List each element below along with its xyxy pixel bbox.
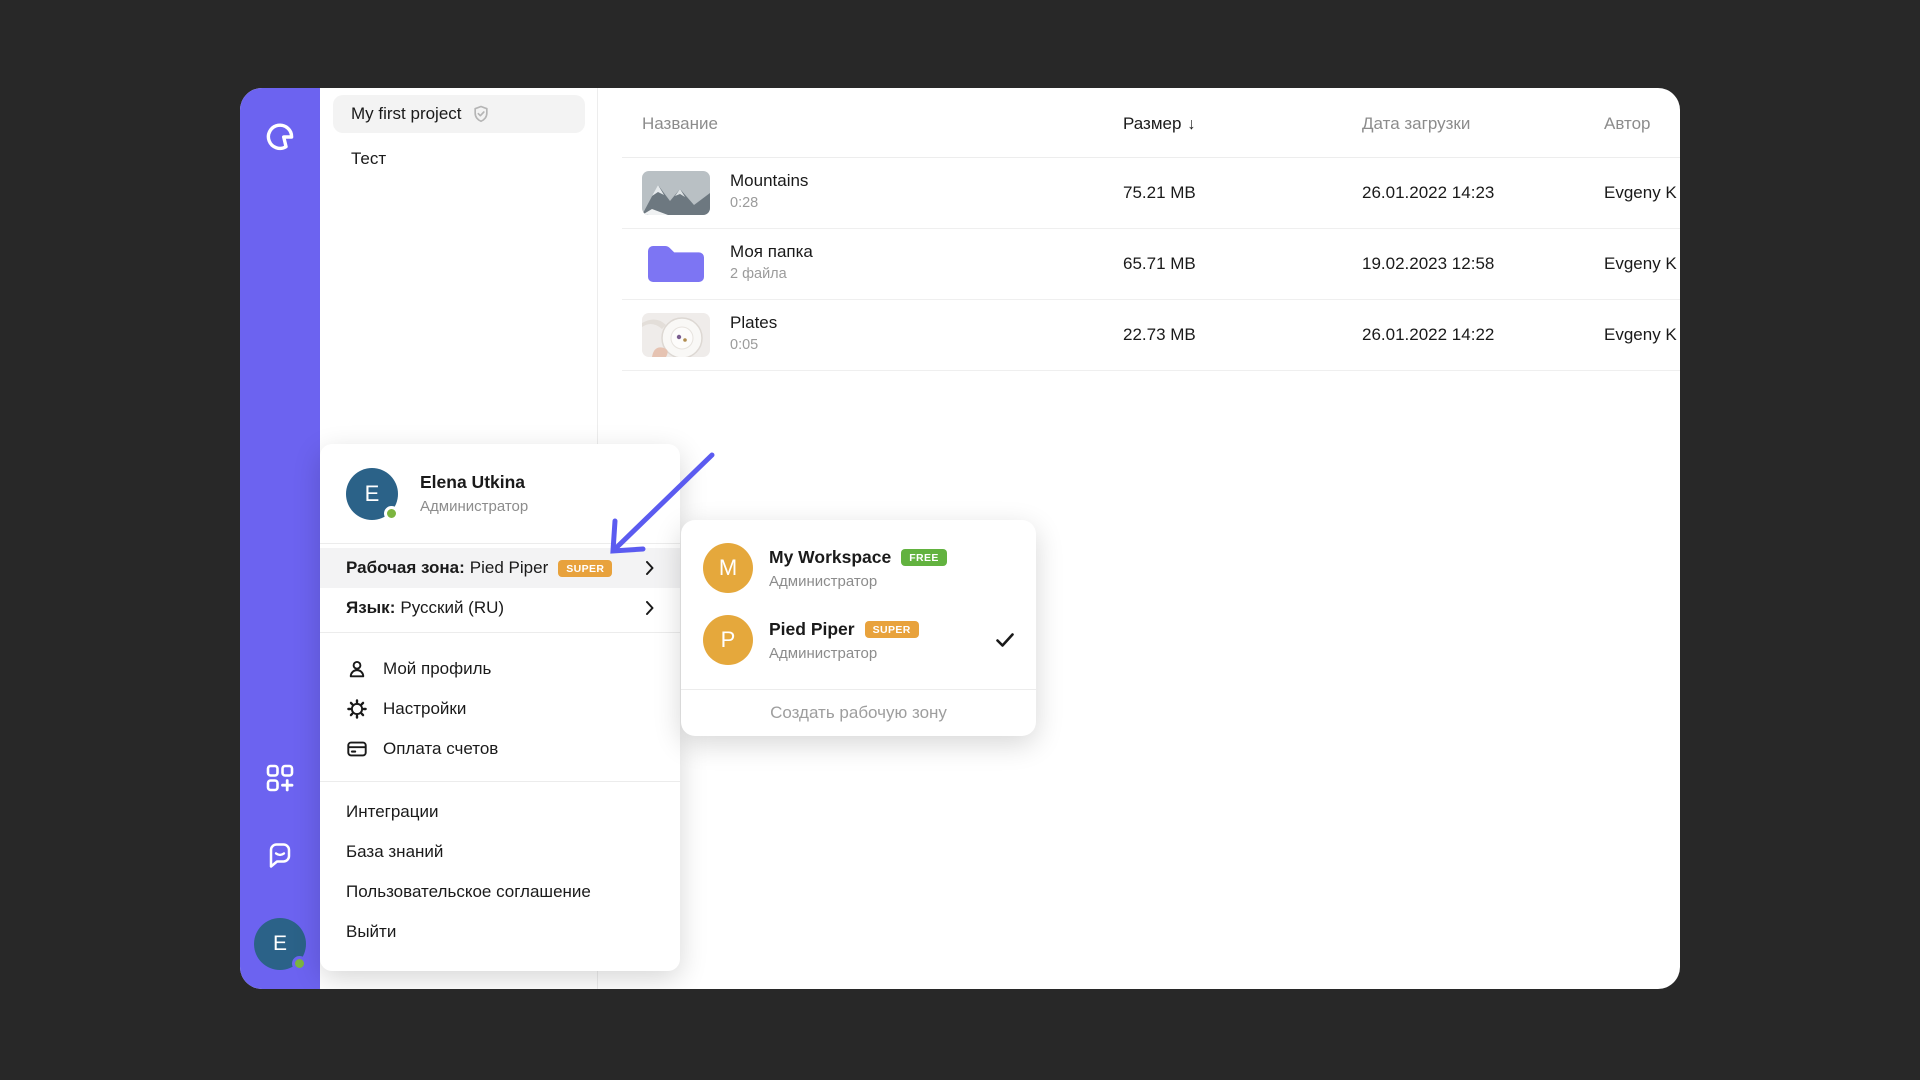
file-name: Mountains bbox=[730, 171, 809, 190]
user-name: Elena Utkina bbox=[420, 472, 526, 492]
user-icon bbox=[346, 658, 368, 680]
workspace-option-my-workspace[interactable]: M My Workspace FREE Администратор bbox=[681, 532, 1036, 604]
video-thumbnail bbox=[642, 313, 710, 357]
video-thumbnail bbox=[642, 171, 710, 215]
column-header-size-sorted[interactable]: Размер ↓ bbox=[1123, 114, 1195, 134]
user-role: Администратор bbox=[420, 498, 529, 515]
sidebar-user-avatar[interactable]: E bbox=[254, 918, 307, 971]
column-header-size-label: Размер bbox=[1123, 114, 1182, 133]
menu-item-label: Пользовательское соглашение bbox=[346, 882, 591, 901]
super-badge: SUPER bbox=[558, 559, 613, 577]
workspace-avatar-initial: P bbox=[720, 627, 736, 652]
menu-item-label: Настройки bbox=[383, 699, 467, 718]
workspace-avatar: M bbox=[703, 543, 753, 593]
menu-item-integrations[interactable]: Интеграции bbox=[320, 792, 680, 832]
menu-item-billing[interactable]: Оплата счетов bbox=[320, 729, 680, 769]
table-row-mountains[interactable]: Mountains 0:28 75.21 MB 26.01.2022 14:23… bbox=[622, 158, 1680, 229]
free-badge: FREE bbox=[901, 548, 947, 566]
sidebar-avatar-initial: E bbox=[272, 932, 287, 955]
project-item-test[interactable]: Тест bbox=[333, 140, 585, 178]
chevron-right-icon bbox=[646, 601, 654, 615]
workspace-submenu-popup: M My Workspace FREE Администратор P Pied… bbox=[681, 520, 1036, 736]
column-header-date[interactable]: Дата загрузки bbox=[1362, 114, 1470, 134]
folder-icon bbox=[642, 242, 710, 286]
chat-icon[interactable] bbox=[265, 840, 295, 870]
project-label: Тест bbox=[351, 149, 387, 168]
apps-add-icon[interactable] bbox=[265, 763, 295, 793]
column-header-author[interactable]: Автор bbox=[1604, 114, 1651, 134]
shield-check-icon bbox=[471, 104, 491, 124]
file-duration: 0:05 bbox=[730, 337, 759, 353]
menu-item-label: Выйти bbox=[346, 922, 397, 941]
folder-files-count: 2 файла bbox=[730, 266, 787, 282]
menu-item-label: Оплата счетов bbox=[383, 739, 499, 758]
user-menu-popup: E Elena Utkina Администратор Рабочая зон… bbox=[320, 444, 680, 971]
user-avatar-initial: E bbox=[364, 480, 380, 506]
file-size: 75.21 MB bbox=[1123, 183, 1196, 202]
credit-card-icon bbox=[346, 738, 368, 760]
create-workspace-button[interactable]: Создать рабочую зону bbox=[681, 690, 1036, 736]
online-status-dot bbox=[292, 956, 307, 971]
online-status-dot bbox=[384, 505, 399, 521]
menu-item-label: Мой профиль bbox=[383, 659, 492, 678]
file-author: Evgeny K bbox=[1604, 254, 1677, 273]
file-upload-date: 19.02.2023 12:58 bbox=[1362, 254, 1495, 273]
file-author: Evgeny K bbox=[1604, 183, 1677, 202]
menu-item-user-agreement[interactable]: Пользовательское соглашение bbox=[320, 872, 680, 912]
menu-item-settings[interactable]: Настройки bbox=[320, 689, 680, 729]
workspace-avatar-initial: M bbox=[718, 555, 738, 580]
table-header: Название Размер ↓ Дата загрузки Автор bbox=[622, 88, 1680, 158]
app-logo-icon[interactable] bbox=[263, 120, 297, 154]
file-upload-date: 26.01.2022 14:22 bbox=[1362, 325, 1495, 344]
file-size: 22.73 MB bbox=[1123, 325, 1196, 344]
workspace-name: Pied Piper bbox=[769, 618, 855, 639]
folder-name: Моя папка bbox=[730, 242, 813, 261]
column-header-name[interactable]: Название bbox=[642, 114, 718, 134]
chevron-right-icon bbox=[646, 561, 654, 575]
sort-desc-icon: ↓ bbox=[1187, 116, 1196, 133]
file-name: Plates bbox=[730, 313, 778, 332]
language-value: Русский (RU) bbox=[400, 598, 505, 617]
workspace-role: Администратор bbox=[769, 644, 878, 662]
workspace-role: Администратор bbox=[769, 572, 878, 590]
menu-item-label: Интеграции bbox=[346, 802, 439, 821]
user-menu-profile-block: E Elena Utkina Администратор bbox=[320, 444, 680, 543]
workspace-label: Рабочая зона: bbox=[346, 558, 465, 577]
menu-item-language[interactable]: Язык: Русский (RU) bbox=[320, 588, 680, 628]
menu-item-my-profile[interactable]: Мой профиль bbox=[320, 649, 680, 689]
menu-item-label: База знаний bbox=[346, 842, 444, 861]
gear-icon bbox=[346, 698, 368, 720]
workspace-option-pied-piper[interactable]: P Pied Piper SUPER Администратор bbox=[681, 604, 1036, 676]
menu-item-logout[interactable]: Выйти bbox=[320, 912, 680, 952]
project-label: My first project bbox=[351, 104, 462, 123]
sidebar: E bbox=[240, 88, 320, 989]
file-size: 65.71 MB bbox=[1123, 254, 1196, 273]
file-author: Evgeny K bbox=[1604, 325, 1677, 344]
workspace-name: My Workspace bbox=[769, 546, 892, 567]
language-label: Язык: bbox=[346, 598, 396, 617]
check-icon bbox=[996, 633, 1014, 647]
project-item-my-first-project[interactable]: My first project bbox=[333, 95, 585, 133]
table-row-plates[interactable]: Plates 0:05 22.73 MB 26.01.2022 14:22 Ev… bbox=[622, 300, 1680, 371]
file-upload-date: 26.01.2022 14:23 bbox=[1362, 183, 1495, 202]
menu-item-workspace[interactable]: Рабочая зона: Pied Piper SUPER bbox=[320, 548, 680, 588]
menu-item-knowledge-base[interactable]: База знаний bbox=[320, 832, 680, 872]
table-row-folder[interactable]: Моя папка 2 файла 65.71 MB 19.02.2023 12… bbox=[622, 229, 1680, 300]
file-duration: 0:28 bbox=[730, 195, 759, 211]
app-window: E My first project Тест Название Размер ↓… bbox=[240, 88, 1680, 989]
workspace-value: Pied Piper bbox=[469, 558, 549, 577]
super-badge: SUPER bbox=[864, 620, 919, 638]
user-avatar: E bbox=[346, 467, 399, 521]
workspace-avatar: P bbox=[703, 615, 753, 665]
